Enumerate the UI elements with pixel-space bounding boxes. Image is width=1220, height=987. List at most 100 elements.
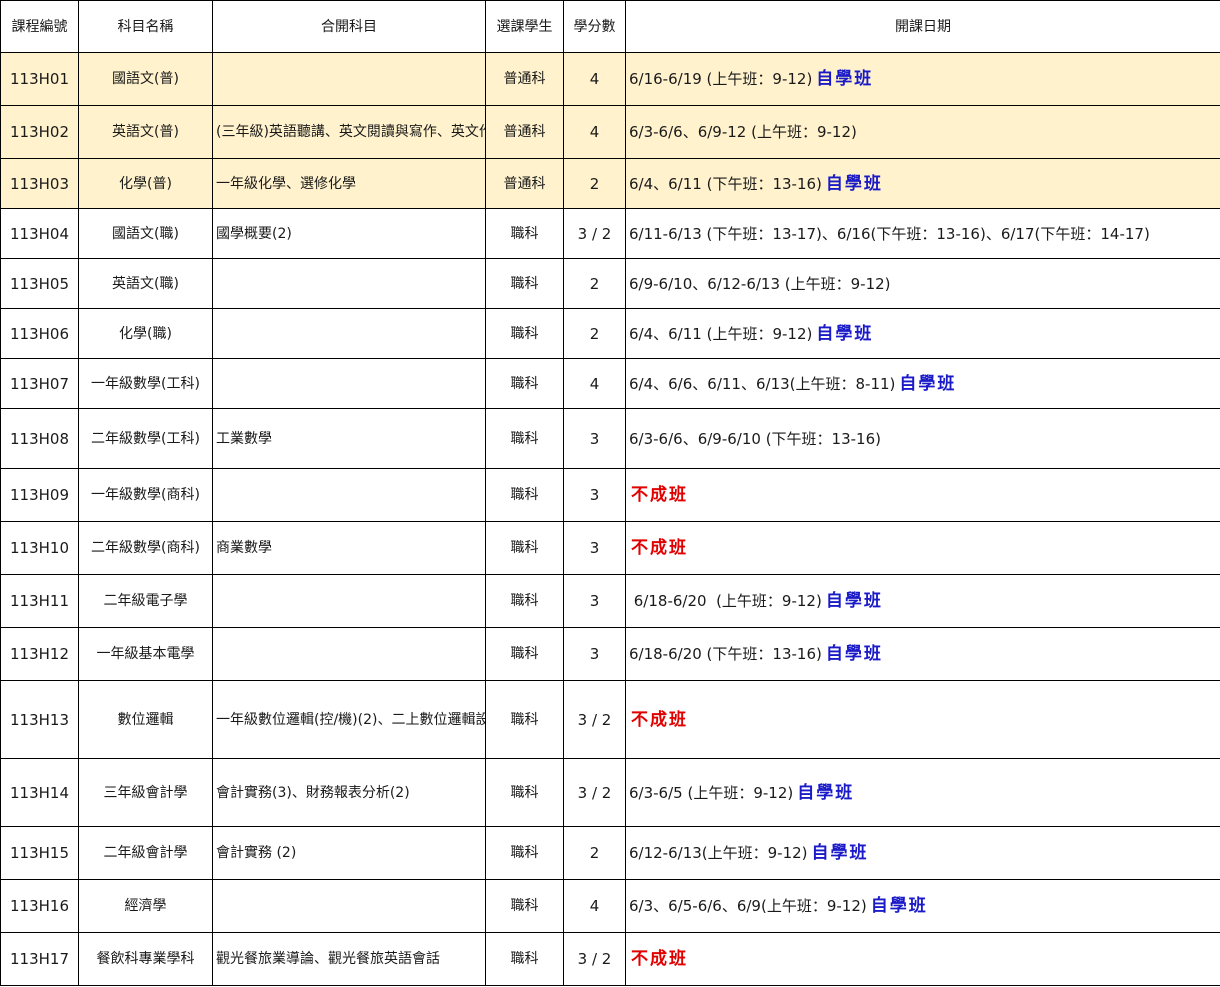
self-study-badge: 自學班 [825, 644, 883, 664]
header-credits: 學分數 [563, 0, 626, 53]
dates-text: 6/12-6/13(上午班：9-12) [629, 844, 808, 862]
table-row: 113H04 國語文(職) 國學概要(2) 職科 3 / 2 6/11-6/13 (下午班… [0, 208, 1220, 259]
table-row: 113H01 國語文(普) 普通科 4 6/16-6/19 (上午班：9-12) 自學班 [0, 52, 1220, 106]
combined-subjects-cell: (三年級)英語聽講、英文閱讀與寫作、英文作文 [212, 105, 486, 159]
combined-subjects-cell [212, 308, 486, 359]
credits-cell: 3 [563, 521, 626, 575]
table-row: 113H12 一年級基本電學 職科 3 6/18-6/20 (下午班：13-16) 自學班 [0, 627, 1220, 681]
dates-text: 6/9-6/10、6/12-6/13 (上午班：9-12) [629, 274, 891, 293]
course-code-cell: 113H15 [0, 826, 79, 880]
table-row: 113H07 一年級數學(工科) 職科 4 6/4、6/6、6/11、6/13(上午班：… [0, 358, 1220, 409]
self-study-badge: 自學班 [870, 896, 928, 916]
header-code: 課程編號 [0, 0, 79, 53]
students-cell: 普通科 [485, 52, 564, 106]
self-study-badge: 自學班 [797, 782, 855, 803]
dates-cell: 6/18-6/20 (上午班：9-12) 自學班 [625, 574, 1220, 628]
subject-name-cell: 二年級數學(商科) [78, 521, 213, 575]
dates-cell: 6/16-6/19 (上午班：9-12) 自學班 [625, 52, 1220, 106]
combined-subjects-cell: 國學概要(2) [212, 208, 486, 259]
dates-text: 6/18-6/20 (下午班：13-16) [629, 645, 822, 663]
combined-subjects-cell: 會計實務 (2) [212, 826, 486, 880]
course-code-cell: 113H01 [0, 52, 79, 106]
students-cell: 職科 [485, 358, 564, 409]
subject-name-cell: 二年級數學(工科) [78, 408, 213, 469]
subject-name-cell: 數位邏輯 [78, 680, 213, 759]
course-code-cell: 113H02 [0, 105, 79, 159]
subject-name-cell: 三年級會計學 [78, 758, 213, 827]
table-row: 113H09 一年級數學(商科) 職科 3 不成班 [0, 468, 1220, 522]
dates-cell: 6/11-6/13 (下午班：13-17)、6/16(下午班：13-16)、6/… [625, 208, 1220, 259]
students-cell: 職科 [485, 308, 564, 359]
dates-text: 6/3、6/5-6/6、6/9(上午班：9-12) [629, 897, 867, 915]
students-cell: 職科 [485, 826, 564, 880]
combined-subjects-cell [212, 574, 486, 628]
dates-cell: 6/3-6/6、6/9-12 (上午班：9-12) [625, 105, 1220, 159]
table-row: 113H11 二年級電子學 職科 3 6/18-6/20 (上午班：9-12) 自學班 [0, 574, 1220, 628]
credits-cell: 2 [563, 826, 626, 880]
course-code-cell: 113H13 [0, 680, 79, 759]
class-cancelled-badge: 不成班 [631, 709, 688, 730]
course-code-cell: 113H07 [0, 358, 79, 409]
course-code-cell: 113H17 [0, 932, 79, 986]
dates-cell: 不成班 [625, 680, 1220, 759]
students-cell: 職科 [485, 258, 564, 309]
self-study-badge: 自學班 [825, 173, 883, 194]
credits-cell: 3 / 2 [563, 208, 626, 259]
course-code-cell: 113H09 [0, 468, 79, 522]
dates-cell: 6/4、6/11 (下午班：13-16) 自學班 [625, 158, 1220, 209]
dates-cell: 不成班 [625, 932, 1220, 986]
table-row: 113H16 經濟學 職科 4 6/3、6/5-6/6、6/9(上午班：9-12) 自學班 [0, 879, 1220, 933]
students-cell: 職科 [485, 408, 564, 469]
students-cell: 職科 [485, 208, 564, 259]
combined-subjects-cell [212, 879, 486, 933]
credits-cell: 2 [563, 158, 626, 209]
header-combined: 合開科目 [212, 0, 486, 53]
credits-cell: 2 [563, 258, 626, 309]
students-cell: 職科 [485, 879, 564, 933]
table-row: 113H02 英語文(普) (三年級)英語聽講、英文閱讀與寫作、英文作文 普通科 4 6/… [0, 105, 1220, 159]
dates-text: 6/18-6/20 (上午班：9-12) [629, 592, 822, 610]
class-cancelled-badge: 不成班 [631, 485, 688, 505]
table-row: 113H06 化學(職) 職科 2 6/4、6/11 (上午班：9-12) 自學班 [0, 308, 1220, 359]
dates-cell: 不成班 [625, 521, 1220, 575]
course-code-cell: 113H06 [0, 308, 79, 359]
subject-name-cell: 二年級會計學 [78, 826, 213, 880]
combined-subjects-cell: 一年級數位邏輯(控/機)(2)、二上數位邏輯設計(訊/電)(3)、二下數位邏輯進… [212, 680, 486, 759]
dates-cell: 不成班 [625, 468, 1220, 522]
credits-cell: 4 [563, 52, 626, 106]
self-study-badge: 自學班 [899, 373, 957, 394]
header-subject: 科目名稱 [78, 0, 213, 53]
subject-name-cell: 英語文(普) [78, 105, 213, 159]
course-schedule-table: 課程編號 科目名稱 合開科目 選課學生 學分數 開課日期 113H01 國語文(普… [0, 0, 1220, 986]
subject-name-cell: 二年級電子學 [78, 574, 213, 628]
dates-text: 6/3-6/6、6/9-12 (上午班：9-12) [629, 123, 857, 141]
combined-subjects-cell [212, 52, 486, 106]
credits-cell: 3 / 2 [563, 932, 626, 986]
course-code-cell: 113H11 [0, 574, 79, 628]
students-cell: 普通科 [485, 158, 564, 209]
dates-cell: 6/4、6/6、6/11、6/13(上午班：8-11) 自學班 [625, 358, 1220, 409]
subject-name-cell: 餐飲科專業學科 [78, 932, 213, 986]
course-code-cell: 113H16 [0, 879, 79, 933]
course-code-cell: 113H14 [0, 758, 79, 827]
course-code-cell: 113H12 [0, 627, 79, 681]
students-cell: 職科 [485, 758, 564, 827]
subject-name-cell: 英語文(職) [78, 258, 213, 309]
combined-subjects-cell: 觀光餐旅業導論、觀光餐旅英語會話 [212, 932, 486, 986]
table-row: 113H05 英語文(職) 職科 2 6/9-6/10、6/12-6/13 (上午班：9… [0, 258, 1220, 309]
self-study-badge: 自學班 [816, 323, 874, 344]
students-cell: 職科 [485, 680, 564, 759]
course-code-cell: 113H04 [0, 208, 79, 259]
dates-text: 6/16-6/19 (上午班：9-12) [629, 70, 813, 88]
subject-name-cell: 化學(普) [78, 158, 213, 209]
header-students: 選課學生 [485, 0, 564, 53]
table-row: 113H15 二年級會計學 會計實務 (2) 職科 2 6/12-6/13(上午班：9-1… [0, 826, 1220, 880]
dates-text: 6/4、6/6、6/11、6/13(上午班：8-11) [629, 374, 896, 393]
dates-text: 6/4、6/11 (下午班：13-16) [629, 174, 822, 193]
table-row: 113H13數位邏輯一年級數位邏輯(控/機)(2)、二上數位邏輯設計(訊/電)(… [0, 680, 1220, 759]
class-cancelled-badge: 不成班 [631, 538, 688, 558]
header-dates: 開課日期 [625, 0, 1220, 53]
combined-subjects-cell: 工業數學 [212, 408, 486, 469]
table-row: 113H10 二年級數學(商科) 商業數學 職科 3 不成班 [0, 521, 1220, 575]
credits-cell: 4 [563, 105, 626, 159]
